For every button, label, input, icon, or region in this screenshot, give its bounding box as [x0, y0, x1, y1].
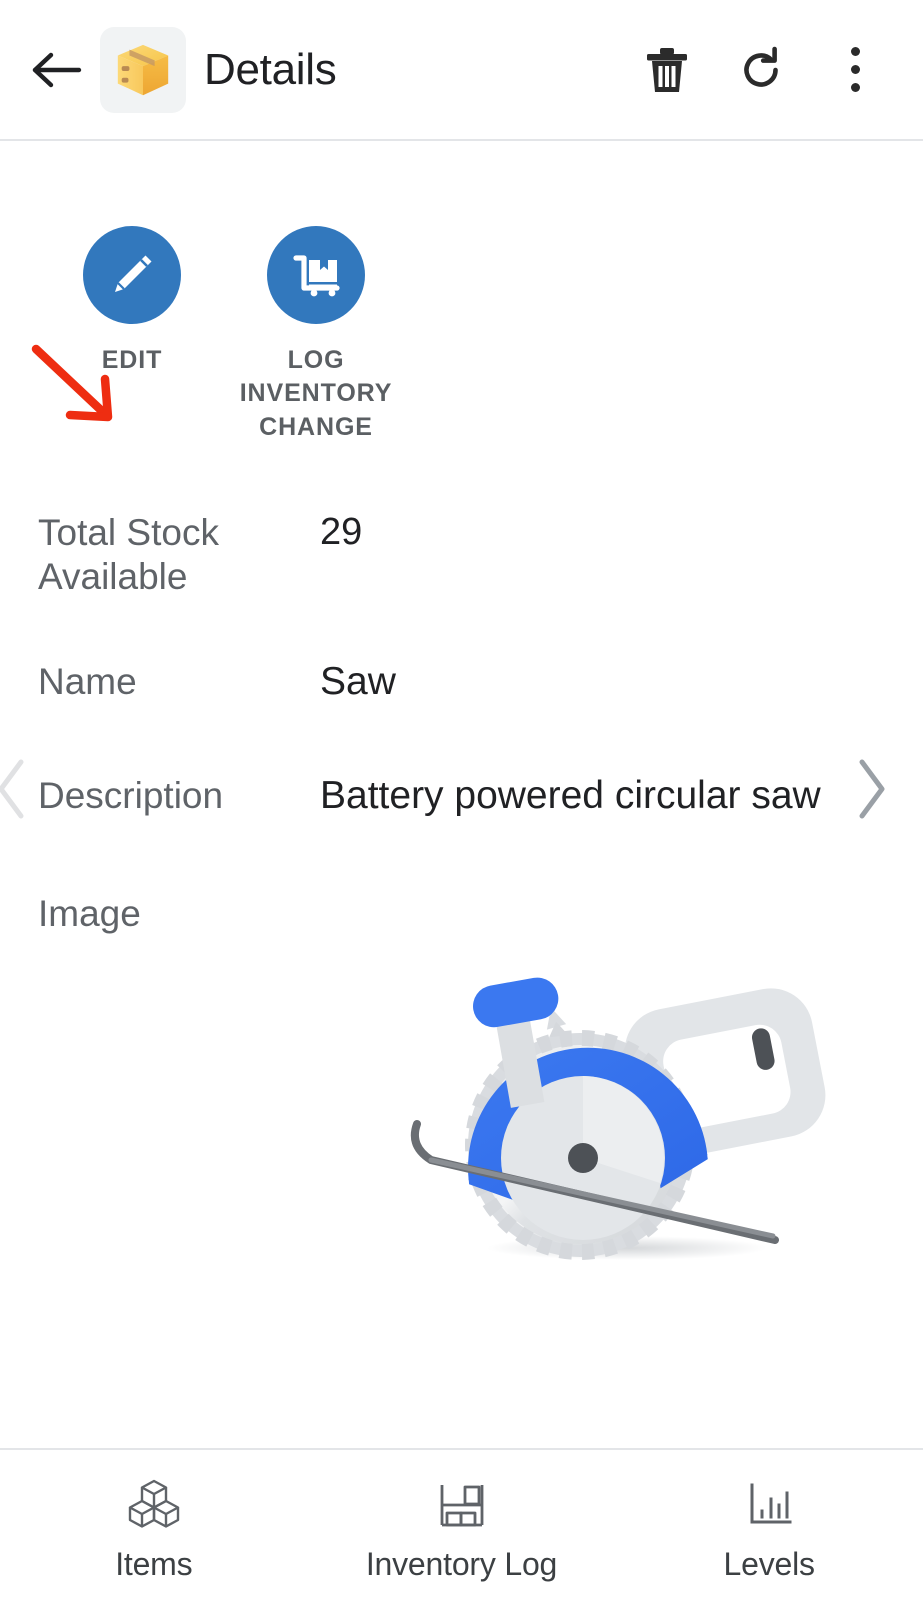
log-inventory-change-action[interactable]: LOG INVENTORY CHANGE: [224, 226, 408, 444]
field-value: 29: [320, 510, 363, 553]
pencil-icon: [115, 255, 152, 292]
package-emoji: [100, 26, 186, 113]
next-record-button[interactable]: [841, 754, 901, 824]
nav-item-label: Levels: [723, 1545, 816, 1582]
page-title: Details: [204, 44, 337, 94]
field-label: Image: [38, 892, 141, 934]
circular-saw-illustration: [410, 977, 826, 1260]
nav-item-levels[interactable]: Levels: [615, 1450, 923, 1600]
field-value: Battery powered circular saw: [320, 773, 821, 817]
field-label: Name: [38, 660, 137, 702]
arrow-left-icon: [32, 52, 82, 87]
product-image-area: [0, 940, 923, 1300]
app-bar-actions: [641, 42, 881, 98]
cubes-icon: [125, 1474, 183, 1534]
hand-truck-box-icon: [293, 255, 340, 297]
delete-button[interactable]: [641, 42, 693, 98]
nav-item-label: Inventory Log: [365, 1545, 558, 1582]
field-list: Total Stock Available 29 Name Saw Descri…: [0, 506, 923, 936]
field-row-image: Image: [0, 887, 923, 936]
back-button[interactable]: [26, 39, 88, 101]
chevron-right-icon: [859, 759, 885, 819]
nav-item-items[interactable]: Items: [0, 1450, 308, 1600]
trash-icon: [647, 47, 687, 92]
more-vertical-icon: [850, 47, 860, 92]
bottom-navigation: Items Inventory Log Levels: [0, 1450, 923, 1600]
shelf-boxes-icon: [433, 1474, 491, 1534]
field-row-name: Name Saw: [0, 655, 923, 707]
quick-actions: EDIT LOG INVENTORY CHANGE: [0, 141, 923, 444]
details-content: EDIT LOG INVENTORY CHANGE Total Stock Av…: [0, 141, 923, 1448]
log-inventory-change-action-label: LOG INVENTORY CHANGE: [239, 346, 393, 441]
field-label: Total Stock Available: [38, 511, 219, 597]
product-image[interactable]: [375, 940, 895, 1290]
previous-record-button[interactable]: [0, 754, 42, 824]
field-row-description: Description Battery powered circular saw: [0, 769, 923, 821]
app-bar: Details: [0, 0, 923, 141]
edit-action[interactable]: EDIT: [40, 226, 224, 377]
package-emoji-icon: [117, 44, 169, 95]
refresh-button[interactable]: [735, 42, 787, 98]
refresh-icon: [744, 46, 778, 87]
nav-item-inventory-log[interactable]: Inventory Log: [308, 1450, 616, 1600]
bar-chart-icon: [740, 1474, 798, 1534]
field-value: Saw: [320, 659, 396, 703]
chevron-left-icon: [0, 759, 24, 819]
field-value: [320, 887, 883, 889]
nav-item-label: Items: [115, 1545, 193, 1582]
edit-button-circle[interactable]: [83, 226, 181, 324]
overflow-menu-button[interactable]: [829, 42, 881, 98]
app-screen: Details EDIT LOG INVENTORY CHANGE Total …: [0, 0, 923, 1600]
field-row-total-stock: Total Stock Available 29: [0, 506, 923, 599]
log-inventory-change-button-circle[interactable]: [267, 226, 365, 324]
edit-action-label: EDIT: [101, 346, 163, 374]
field-label: Description: [38, 774, 224, 816]
